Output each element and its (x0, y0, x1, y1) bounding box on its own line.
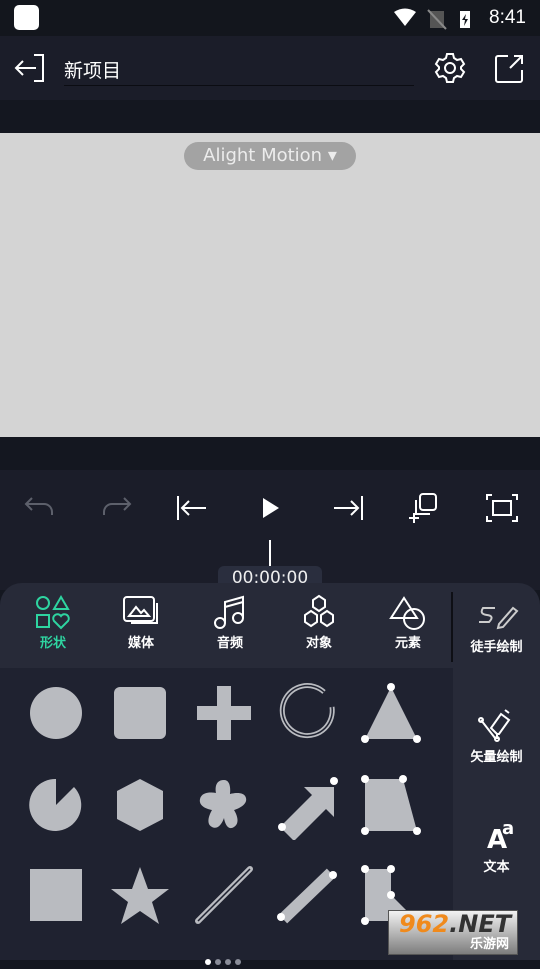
status-icons (394, 8, 470, 30)
add-layer-icon[interactable] (406, 490, 442, 526)
hexagons-icon (304, 594, 334, 628)
vector-draw-button[interactable]: 矢量绘制 (453, 706, 540, 765)
clock: 8:41 (489, 7, 526, 28)
tab-objects[interactable]: 对象 (279, 594, 359, 651)
svg-text:a: a (502, 818, 514, 839)
elements-icon (389, 596, 425, 630)
shape-ring-icon[interactable] (272, 678, 342, 748)
freehand-icon (478, 606, 518, 630)
tab-label: 形状 (39, 636, 66, 651)
shape-trapezoid-icon[interactable] (356, 770, 426, 840)
shape-thick-line-icon[interactable] (272, 860, 342, 930)
tab-audio[interactable]: 音频 (190, 594, 270, 651)
tab-label: 媒体 (127, 636, 154, 651)
tab-label: 音频 (216, 636, 243, 651)
preview-canvas[interactable] (0, 133, 540, 437)
gear-icon[interactable] (434, 52, 466, 84)
watermark-logo: 962.NET 乐游网 (388, 910, 518, 955)
shape-pie-icon[interactable] (21, 770, 91, 840)
shape-square-icon[interactable] (21, 860, 91, 930)
jump-end-icon[interactable] (330, 490, 366, 526)
tab-label: 元素 (394, 636, 421, 651)
shape-cross-icon[interactable] (189, 678, 259, 748)
project-dropdown[interactable]: Alight Motion ▾ (184, 142, 356, 170)
tab-media[interactable]: 媒体 (101, 594, 181, 651)
shape-hexagon-icon[interactable] (105, 770, 175, 840)
exit-icon[interactable] (14, 52, 48, 84)
export-icon[interactable] (494, 52, 526, 84)
shape-star-icon[interactable] (105, 860, 175, 930)
shape-circle-icon[interactable] (21, 678, 91, 748)
freehand-draw-button[interactable]: 徒手绘制 (453, 602, 540, 655)
shape-rounded-square-icon[interactable] (105, 678, 175, 748)
tab-label: 对象 (305, 636, 332, 651)
fit-screen-icon[interactable] (484, 490, 520, 526)
project-title-input[interactable]: 新项目 (64, 56, 414, 86)
music-note-icon (214, 595, 244, 629)
playhead[interactable] (269, 540, 271, 568)
undo-icon[interactable] (22, 490, 58, 526)
top-bar: 新项目 (0, 36, 540, 100)
shape-arrow-icon[interactable] (272, 770, 342, 840)
redo-icon[interactable] (98, 490, 134, 526)
shape-line-icon[interactable] (189, 860, 259, 930)
pen-tool-icon (477, 709, 510, 742)
media-icon (123, 596, 158, 624)
status-bar: 8:41 (0, 0, 540, 36)
text-button[interactable]: Aa 文本 (453, 818, 540, 875)
tab-shapes[interactable]: 形状 (13, 594, 93, 651)
tab-elements[interactable]: 元素 (368, 594, 448, 651)
jump-start-icon[interactable] (174, 490, 210, 526)
wifi-icon (394, 8, 416, 26)
shape-flower-icon[interactable] (189, 770, 259, 840)
app-notification-icon (14, 5, 39, 30)
text-icon: Aa (487, 818, 514, 852)
shapes-icon (36, 595, 70, 630)
play-icon[interactable] (252, 490, 288, 526)
shape-triangle-icon[interactable] (356, 678, 426, 748)
